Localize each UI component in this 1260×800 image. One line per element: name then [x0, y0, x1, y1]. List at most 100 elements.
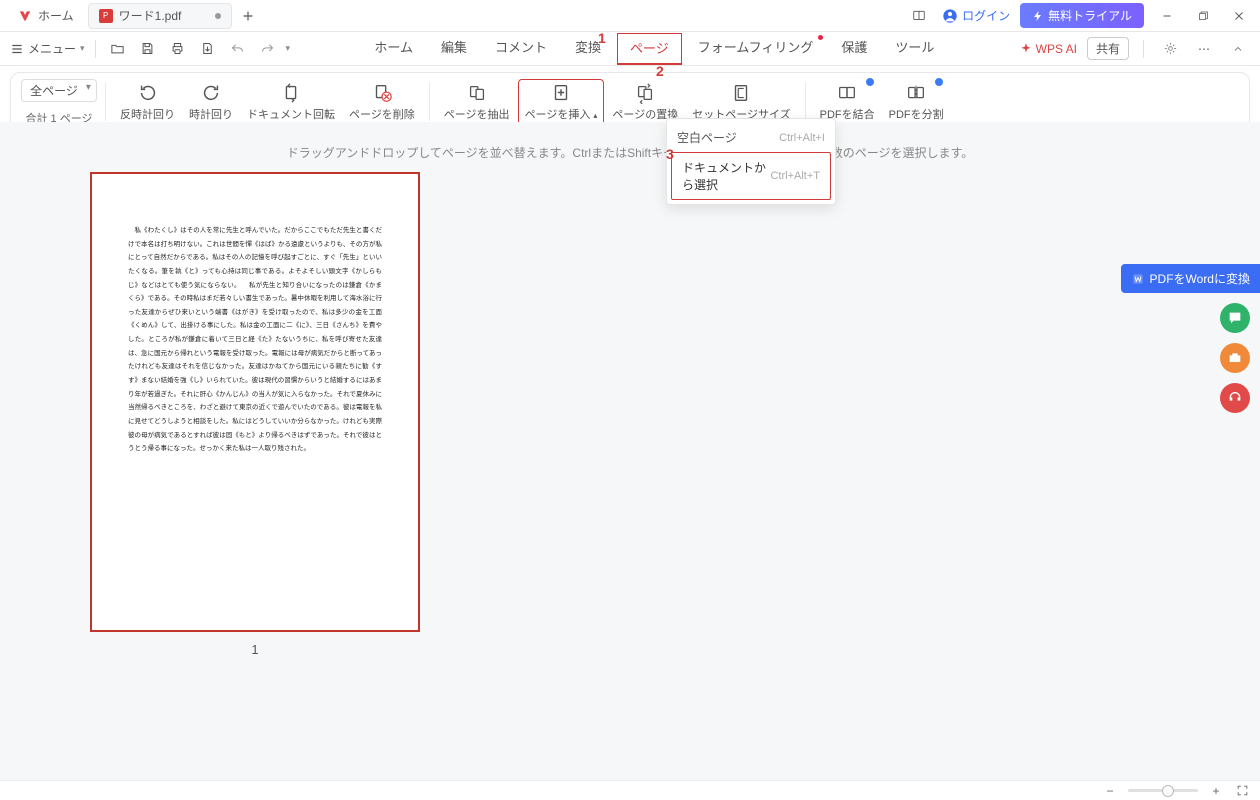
- share-button[interactable]: 共有: [1087, 37, 1129, 60]
- dd-label: 空白ページ: [677, 129, 737, 146]
- redo-icon: [260, 41, 275, 56]
- maintab-tool[interactable]: ツール: [883, 33, 946, 65]
- fullscreen-icon: [1236, 784, 1249, 797]
- minimize-icon: [1161, 10, 1173, 22]
- tab-add-button[interactable]: [236, 4, 260, 28]
- page-canvas[interactable]: ドラッグアンドドロップしてページを並べ替えます。CtrlまたはShiftキーを押…: [0, 122, 1260, 780]
- free-trial-button[interactable]: 無料トライアル: [1020, 3, 1144, 28]
- open-button[interactable]: [106, 37, 130, 61]
- headset-icon: [1227, 390, 1243, 406]
- maintab-form[interactable]: フォームフィリング: [686, 33, 826, 65]
- fab-tools[interactable]: [1220, 343, 1250, 373]
- extract-page-button[interactable]: ページを抽出: [438, 80, 516, 124]
- zoom-out-button[interactable]: −: [1102, 783, 1118, 799]
- page-range-select[interactable]: 全ページ: [21, 79, 97, 102]
- titlebar: ホーム P ワード1.pdf ログイン 無料トライアル: [0, 0, 1260, 32]
- split-icon: [905, 82, 927, 104]
- shortcut-label: Ctrl+Alt+T: [770, 170, 820, 182]
- rotate-cw-icon: [200, 82, 222, 104]
- window-restore-button[interactable]: [1190, 3, 1216, 29]
- rearrange-hint: ドラッグアンドドロップしてページを並べ替えます。CtrlまたはShiftキーを押…: [0, 144, 1260, 161]
- page-size-icon: [730, 82, 752, 104]
- login-label: ログイン: [962, 7, 1010, 24]
- undo-icon: [230, 41, 245, 56]
- rotate-cw-button[interactable]: 時計回り: [183, 80, 239, 124]
- tab-file[interactable]: P ワード1.pdf: [88, 3, 233, 29]
- pro-badge-icon: [934, 77, 944, 87]
- print-button[interactable]: [166, 37, 190, 61]
- sparkle-icon: [1019, 42, 1033, 56]
- zoom-in-button[interactable]: +: [1208, 783, 1224, 799]
- rotate-ccw-icon: [137, 82, 159, 104]
- window-close-button[interactable]: [1226, 3, 1252, 29]
- chevron-up-icon: [1232, 43, 1244, 55]
- toolbox-icon: [1227, 350, 1243, 366]
- redo-button[interactable]: [256, 37, 280, 61]
- layout-icon[interactable]: [906, 3, 932, 29]
- insert-page-dropdown: 空白ページ Ctrl+Alt+I ドキュメントから選択 Ctrl+Alt+T: [666, 118, 836, 205]
- page-insert-icon: [550, 82, 572, 104]
- insert-from-document-item[interactable]: ドキュメントから選択 Ctrl+Alt+T: [671, 152, 831, 200]
- chat-icon: [1227, 310, 1243, 326]
- delete-page-button[interactable]: ページを削除: [343, 80, 421, 124]
- file-tab-label: ワード1.pdf: [119, 7, 182, 24]
- main-tabbar: メニュー ▾ ▾ ホーム 編集 コメント 変換 ページ フォームフィリング 保護…: [0, 32, 1260, 66]
- page-thumbnail[interactable]: 私《わたくし》はその人を常に先生と呼んでいた。だからここでもただ先生と書くだけで…: [90, 172, 420, 632]
- page-replace-icon: [634, 82, 656, 104]
- settings-button[interactable]: [1158, 37, 1182, 61]
- shortcut-label: Ctrl+Alt+I: [779, 132, 825, 144]
- undo-button[interactable]: [226, 37, 250, 61]
- close-icon: [1233, 10, 1245, 22]
- maintab-edit[interactable]: 編集: [429, 33, 479, 65]
- gear-icon: [1163, 41, 1178, 56]
- home-tab-label: ホーム: [38, 7, 74, 24]
- rotate-ccw-button[interactable]: 反時計回り: [114, 80, 181, 124]
- fab-help[interactable]: [1220, 383, 1250, 413]
- merge-icon: [836, 82, 858, 104]
- print-icon: [170, 41, 185, 56]
- maintab-page[interactable]: ページ: [617, 33, 682, 65]
- page-number-label: 1: [90, 642, 420, 657]
- save-icon: [140, 41, 155, 56]
- folder-icon: [110, 41, 125, 56]
- export-icon: [200, 41, 215, 56]
- bolt-icon: [1032, 10, 1044, 22]
- dd-label: ドキュメントから選択: [682, 159, 770, 193]
- wps-logo-icon: [18, 9, 32, 23]
- trial-label: 無料トライアル: [1048, 7, 1132, 24]
- rotate-doc-button[interactable]: ドキュメント回転: [241, 80, 341, 124]
- word-convert-icon: [1131, 272, 1145, 286]
- convert-to-word-button[interactable]: PDFをWordに変換: [1121, 264, 1260, 293]
- new-dot-icon: [818, 35, 823, 40]
- insert-page-button[interactable]: ページを挿入 ▴: [518, 79, 605, 125]
- collapse-ribbon-button[interactable]: [1226, 37, 1250, 61]
- maintab-protect[interactable]: 保護: [829, 33, 879, 65]
- doc-rotate-icon: [280, 82, 302, 104]
- page-extract-icon: [466, 82, 488, 104]
- pdf-file-icon: P: [99, 9, 113, 23]
- convert-label: PDFをWordに変換: [1150, 270, 1250, 287]
- insert-blank-page-item[interactable]: 空白ページ Ctrl+Alt+I: [667, 123, 835, 152]
- zoom-slider[interactable]: [1128, 789, 1198, 792]
- page-content-preview: 私《わたくし》はその人を常に先生と呼んでいた。だからここでもただ先生と書くだけで…: [92, 174, 418, 486]
- tab-app-home[interactable]: ホーム: [8, 3, 84, 29]
- callout-1: 1: [598, 30, 606, 46]
- maintab-home[interactable]: ホーム: [362, 33, 425, 65]
- window-minimize-button[interactable]: [1154, 3, 1180, 29]
- fullscreen-button[interactable]: [1234, 783, 1250, 799]
- hamburger-icon: [10, 42, 24, 56]
- save-button[interactable]: [136, 37, 160, 61]
- login-button[interactable]: ログイン: [942, 7, 1010, 24]
- hamburger-menu-button[interactable]: メニュー ▾: [10, 40, 85, 57]
- split-pdf-button[interactable]: PDFを分割: [883, 80, 950, 124]
- plus-icon: [241, 9, 255, 23]
- more-button[interactable]: ⋯: [1192, 37, 1216, 61]
- restore-icon: [1197, 10, 1209, 22]
- wps-ai-label: WPS AI: [1036, 42, 1077, 56]
- wps-ai-button[interactable]: WPS AI: [1019, 42, 1077, 56]
- maintab-comment[interactable]: コメント: [483, 33, 559, 65]
- status-bar: − +: [0, 780, 1260, 800]
- menu-label: メニュー: [28, 40, 76, 57]
- fab-feedback[interactable]: [1220, 303, 1250, 333]
- export-button[interactable]: [196, 37, 220, 61]
